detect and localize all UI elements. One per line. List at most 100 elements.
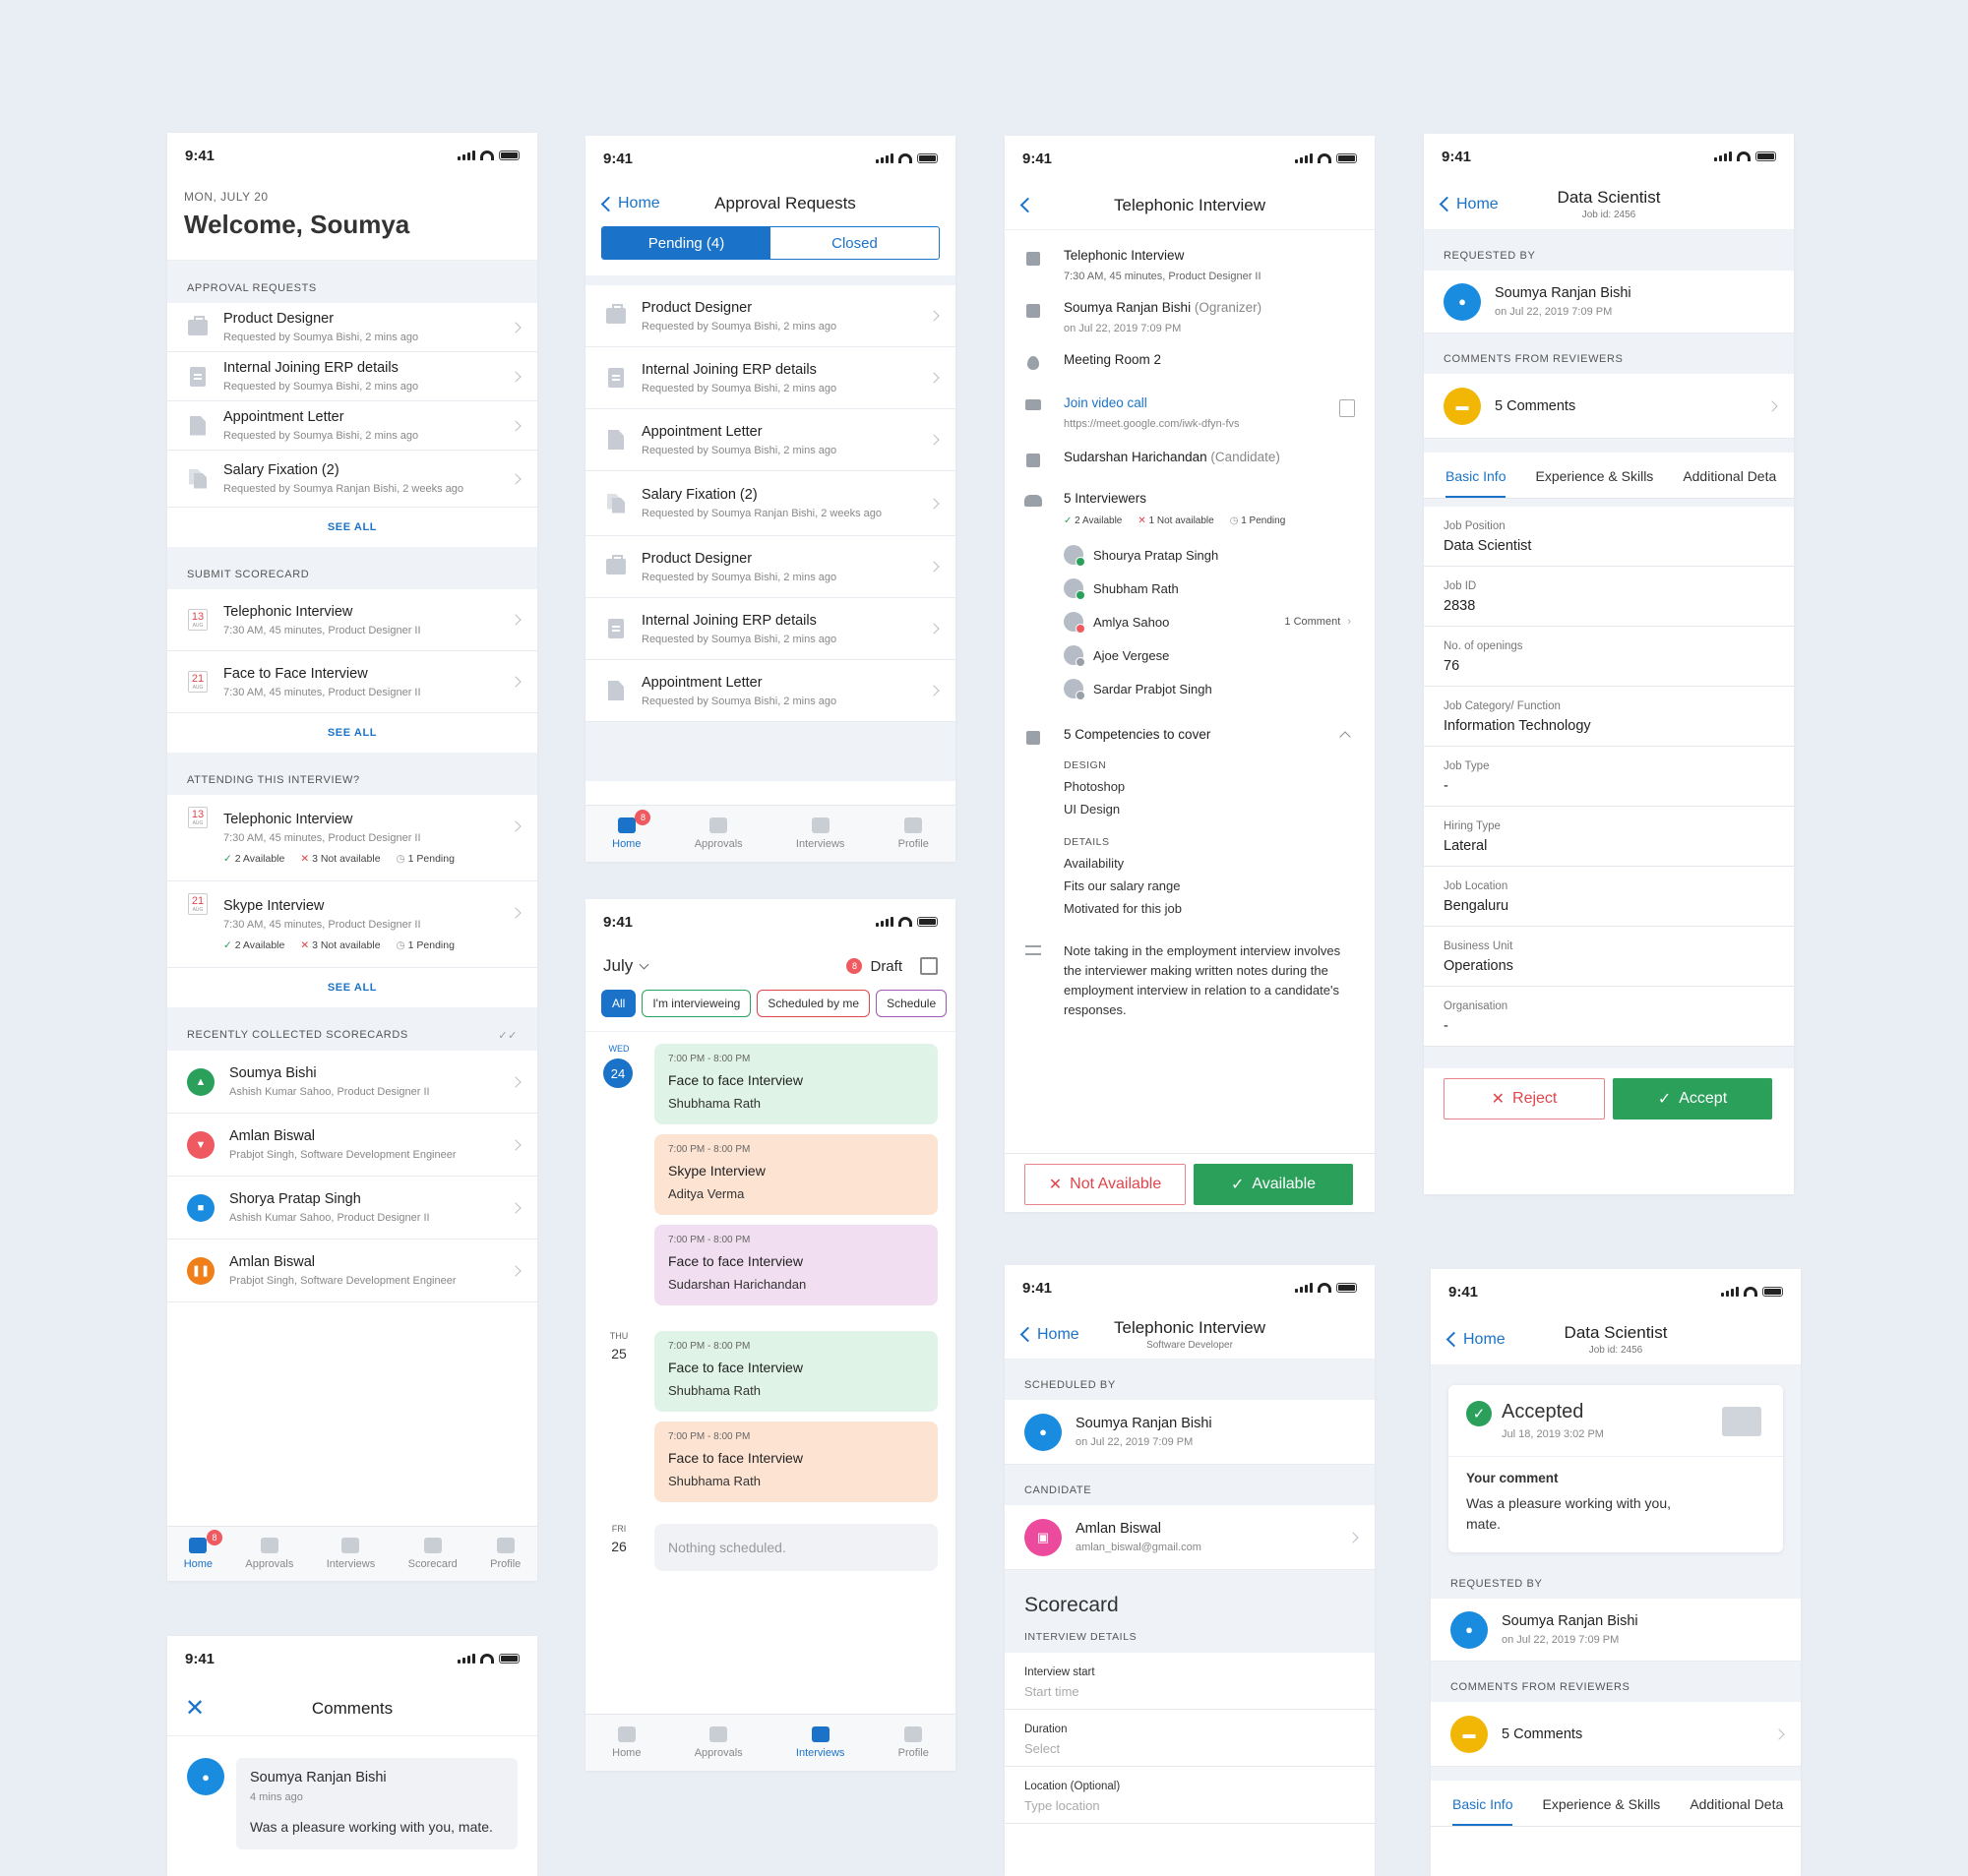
comments-row[interactable]: ▬ 5 Comments bbox=[1431, 1702, 1801, 1767]
event-card[interactable]: 7:00 PM - 8:00 PM Face to face Interview S… bbox=[654, 1044, 938, 1124]
profile-icon bbox=[496, 1538, 515, 1553]
tab-approvals[interactable]: Approvals bbox=[695, 817, 743, 850]
tab-profile[interactable]: Profile bbox=[898, 1726, 929, 1759]
accept-button[interactable]: ✓ Accept bbox=[1613, 1078, 1772, 1120]
recent-scorecard-item[interactable]: ▲ Soumya Bishi Ashish Kumar Sahoo, Product… bbox=[167, 1051, 537, 1114]
candidate-heading: CANDIDATE bbox=[1005, 1465, 1375, 1505]
approval-item[interactable]: Product Designer Requested by Soumya Bish… bbox=[167, 303, 537, 352]
see-all-scorecards-link[interactable]: SEE ALL bbox=[167, 713, 537, 753]
available-button[interactable]: ✓ Available bbox=[1194, 1164, 1353, 1205]
approval-item[interactable]: Appointment Letter Requested by Soumya Bi… bbox=[585, 409, 955, 471]
back-button[interactable] bbox=[1019, 197, 1036, 213]
scorecard-field[interactable]: Interview start Start time bbox=[1005, 1653, 1375, 1710]
pending-tab[interactable]: Pending (4) bbox=[602, 227, 770, 259]
design-item: Photoshop bbox=[1064, 779, 1126, 794]
tab-experience-skills[interactable]: Experience & Skills bbox=[1535, 453, 1653, 498]
approval-item[interactable]: Appointment Letter Requested by Soumya Bi… bbox=[585, 660, 955, 722]
draft-area[interactable]: 8 Draft bbox=[846, 957, 938, 975]
tab-additional-deta[interactable]: Additional Deta bbox=[1690, 1781, 1783, 1826]
tab-scorecard[interactable]: Scorecard bbox=[408, 1538, 458, 1570]
field-placeholder[interactable]: Start time bbox=[1024, 1684, 1355, 1699]
tab-approvals[interactable]: Approvals bbox=[245, 1538, 293, 1570]
tab-profile[interactable]: Profile bbox=[490, 1538, 521, 1570]
recent-scorecard-item[interactable]: ❚❚ Amlan Biswal Prabjot Singh, Software De… bbox=[167, 1240, 537, 1302]
back-button[interactable]: Home bbox=[600, 195, 660, 212]
filter-chip[interactable]: Scheduled by me bbox=[757, 990, 871, 1017]
see-all-approvals-link[interactable]: SEE ALL bbox=[167, 508, 537, 547]
interviewer-item[interactable]: Shourya Pratap Singh bbox=[1064, 538, 1355, 572]
calendar-icon[interactable] bbox=[920, 957, 938, 975]
competencies-toggle[interactable]: 5 Competencies to cover bbox=[1064, 727, 1355, 743]
scorecard-item[interactable]: 13 AUG Telephonic Interview 7:30 AM, 45 min… bbox=[167, 589, 537, 651]
wifi-icon bbox=[480, 151, 494, 160]
double-check-icon[interactable]: ✓✓ bbox=[498, 1029, 518, 1042]
filter-chip[interactable]: I'm intervieweing bbox=[642, 990, 752, 1017]
approval-item[interactable]: Product Designer Requested by Soumya Bish… bbox=[585, 536, 955, 598]
approval-item[interactable]: Salary Fixation (2) Requested by Soumya R… bbox=[167, 451, 537, 508]
closed-tab[interactable]: Closed bbox=[770, 227, 939, 259]
interviewer-item[interactable]: Shubham Rath bbox=[1064, 572, 1355, 605]
details-item: Fits our salary range bbox=[1064, 878, 1181, 893]
reject-button[interactable]: ✕ Reject bbox=[1444, 1078, 1605, 1120]
approval-item[interactable]: Product Designer Requested by Soumya Bish… bbox=[585, 285, 955, 347]
see-all-attending-link[interactable]: SEE ALL bbox=[167, 968, 537, 1007]
event-card[interactable]: 7:00 PM - 8:00 PM Face to face Interview S… bbox=[654, 1422, 938, 1502]
approval-item[interactable]: Internal Joining ERP details Requested by… bbox=[167, 352, 537, 401]
event-card[interactable]: 7:00 PM - 8:00 PM Face to face Interview S… bbox=[654, 1225, 938, 1305]
tab-interviews[interactable]: Interviews bbox=[796, 817, 844, 850]
scorecard-field[interactable]: Duration Select bbox=[1005, 1710, 1375, 1767]
field-placeholder[interactable]: Type location bbox=[1024, 1798, 1355, 1813]
day-number: 26 bbox=[611, 1539, 627, 1554]
interviewer-item[interactable]: Ajoe Vergese bbox=[1064, 638, 1355, 672]
filter-chip[interactable]: Schedule bbox=[876, 990, 948, 1017]
calendar-days: WED 24 7:00 PM - 8:00 PM Face to face Inter… bbox=[585, 1032, 955, 1571]
approval-item[interactable]: Internal Joining ERP details Requested by… bbox=[585, 598, 955, 660]
tab-experience-skills[interactable]: Experience & Skills bbox=[1542, 1781, 1660, 1826]
comments-screen: 9:41 ✕ Comments ● Soumya Ranjan Bishi 4 … bbox=[167, 1636, 537, 1876]
interviewer-item[interactable]: Sardar Prabjot Singh bbox=[1064, 672, 1355, 705]
available-count: 2 Available bbox=[234, 852, 285, 865]
close-icon[interactable]: ✕ bbox=[185, 1694, 205, 1723]
join-video-link[interactable]: Join video call bbox=[1064, 395, 1339, 410]
approval-item[interactable]: Internal Joining ERP details Requested by… bbox=[585, 347, 955, 409]
your-comment-label: Your comment bbox=[1466, 1471, 1559, 1485]
attending-item[interactable]: 21 AUG Skype Interview 7:30 AM, 45 minutes,… bbox=[167, 881, 537, 968]
tab-interviews[interactable]: Interviews bbox=[327, 1538, 375, 1570]
month-selector[interactable]: July bbox=[603, 956, 649, 976]
back-button[interactable]: Home bbox=[1019, 1326, 1079, 1344]
approval-item[interactable]: Salary Fixation (2) Requested by Soumya R… bbox=[585, 471, 955, 536]
recent-scorecard-item[interactable]: ■ Shorya Pratap Singh Ashish Kumar Sahoo, … bbox=[167, 1177, 537, 1240]
chevron-right-icon bbox=[928, 434, 940, 446]
tab-basic-info[interactable]: Basic Info bbox=[1445, 453, 1507, 498]
tab-basic-info[interactable]: Basic Info bbox=[1452, 1781, 1513, 1826]
approval-item[interactable]: Appointment Letter Requested by Soumya Bi… bbox=[167, 401, 537, 451]
interviewer-item[interactable]: Amlya Sahoo 1 Comment › bbox=[1064, 605, 1355, 638]
tab-label: Profile bbox=[897, 1747, 929, 1759]
not-available-button[interactable]: ✕ Not Available bbox=[1024, 1164, 1186, 1205]
scorecard-item[interactable]: 21 AUG Face to Face Interview 7:30 AM, 45 m… bbox=[167, 651, 537, 713]
back-button[interactable]: Home bbox=[1439, 196, 1499, 213]
event-card[interactable]: 7:00 PM - 8:00 PM Skype Interview Aditya V… bbox=[654, 1134, 938, 1215]
tab-home[interactable]: Home bbox=[612, 1726, 641, 1759]
copy-icon[interactable] bbox=[1339, 399, 1355, 417]
approval-requests-heading: APPROVAL REQUESTS bbox=[167, 261, 537, 303]
attending-item[interactable]: 13 AUG Telephonic Interview 7:30 AM, 45 min… bbox=[167, 795, 537, 881]
comments-row[interactable]: ▬ 5 Comments bbox=[1424, 374, 1794, 439]
tab-additional-deta[interactable]: Additional Deta bbox=[1683, 453, 1776, 498]
event-card[interactable]: 7:00 PM - 8:00 PM Face to face Interview S… bbox=[654, 1331, 938, 1412]
tab-home[interactable]: Home 8 bbox=[184, 1530, 223, 1570]
tab-profile[interactable]: Profile bbox=[898, 817, 929, 850]
chevron-right-icon bbox=[510, 820, 522, 832]
tab-label: Approvals bbox=[694, 838, 743, 850]
field-placeholder[interactable]: Select bbox=[1024, 1741, 1355, 1756]
recent-scorecard-item[interactable]: ▼ Amlan Biswal Prabjot Singh, Software Dev… bbox=[167, 1114, 537, 1177]
candidate-row[interactable]: ▣ Amlan Biswal amlan_biswal@gmail.com bbox=[1005, 1505, 1375, 1570]
tab-home[interactable]: Home 8 bbox=[612, 810, 651, 850]
divider bbox=[1424, 499, 1794, 507]
back-button[interactable]: Home bbox=[1445, 1331, 1506, 1349]
filter-chip[interactable]: All bbox=[601, 990, 637, 1017]
tab-interviews[interactable]: Interviews bbox=[796, 1726, 844, 1759]
tab-approvals[interactable]: Approvals bbox=[695, 1726, 743, 1759]
scorecard-field[interactable]: Location (Optional) Type location bbox=[1005, 1767, 1375, 1824]
interview-detail-screen: 9:41 Telephonic Interview Telephonic Int… bbox=[1005, 136, 1375, 1212]
